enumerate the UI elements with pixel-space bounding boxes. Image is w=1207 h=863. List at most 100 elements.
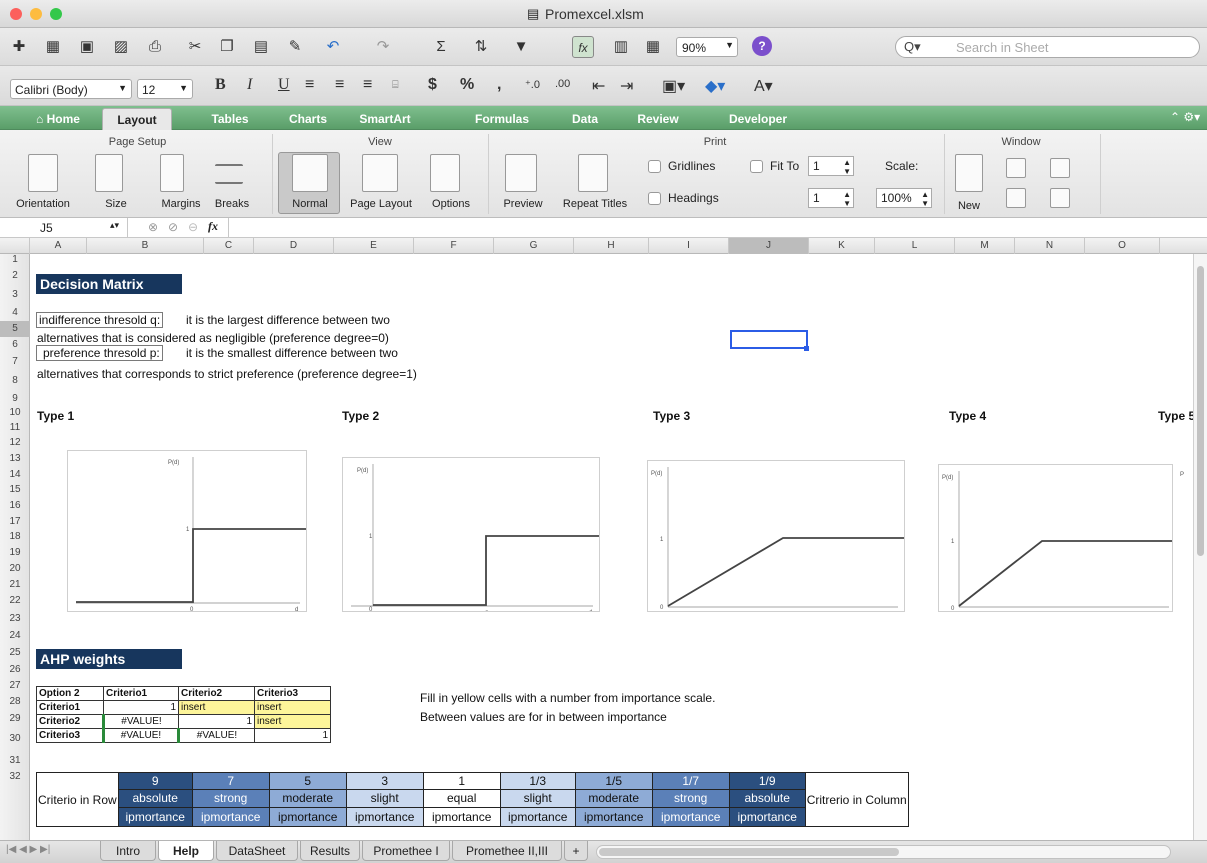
sheet-tab-results[interactable]: Results <box>300 841 360 861</box>
help-icon[interactable]: ? <box>752 36 772 56</box>
templates-icon[interactable]: ▦ <box>42 36 64 58</box>
tab-review[interactable]: Review <box>628 108 688 130</box>
new-window-icon[interactable] <box>955 154 983 192</box>
row-header-16[interactable]: 16 <box>0 498 30 514</box>
italic-button[interactable]: I <box>247 76 252 94</box>
equals-icon[interactable]: ⊖ <box>188 220 198 234</box>
row-header-23[interactable]: 23 <box>0 610 30 628</box>
undo-icon[interactable]: ↶ <box>322 36 344 58</box>
open-icon[interactable]: ▣ <box>76 36 98 58</box>
col-header-d[interactable]: D <box>254 238 334 254</box>
row-header-5[interactable]: 5 <box>0 321 30 337</box>
col-header-j[interactable]: J <box>729 238 809 254</box>
redo-icon[interactable]: ↷ <box>372 36 394 58</box>
zoom-select[interactable]: 90% ▼ <box>676 37 738 57</box>
row-header-6[interactable]: 6 <box>0 337 30 353</box>
type-1-chart[interactable]: P(d) 1 0 d <box>67 450 307 612</box>
sheet-tab-intro[interactable]: Intro <box>100 841 156 861</box>
row-header-20[interactable]: 20 <box>0 561 30 577</box>
split-icon[interactable] <box>1050 188 1070 208</box>
row-header-19[interactable]: 19 <box>0 545 30 561</box>
col-header-c[interactable]: C <box>204 238 254 254</box>
autosum-icon[interactable]: Σ <box>430 36 452 58</box>
horizontal-scrollbar[interactable] <box>596 845 1171 859</box>
increase-decimal-icon[interactable]: ⁺.0 <box>525 78 540 91</box>
vertical-scroll-thumb[interactable] <box>1197 266 1204 556</box>
font-color-icon[interactable]: A▾ <box>754 76 773 96</box>
new-workbook-icon[interactable]: ✚ <box>8 36 30 58</box>
format-painter-icon[interactable]: ✎ <box>284 36 306 58</box>
tab-formulas[interactable]: Formulas <box>462 108 542 130</box>
col-header-e[interactable]: E <box>334 238 414 254</box>
type-3-chart[interactable]: P(d) 1 0 p d <box>647 460 905 612</box>
normal-button[interactable]: Normal <box>280 198 340 210</box>
row-header-4[interactable]: 4 <box>0 305 30 321</box>
decrease-decimal-icon[interactable]: .00 <box>555 78 570 90</box>
selected-cell-j5[interactable] <box>730 330 808 349</box>
fit-to-height-stepper[interactable]: 1 ▲ ▼ <box>808 188 854 208</box>
orientation-icon[interactable] <box>28 154 58 192</box>
sheet-tab-promethee-ii-iii[interactable]: Promethee II,III <box>452 841 562 861</box>
size-button[interactable]: Size <box>96 198 136 210</box>
ahp-cell[interactable]: #VALUE! <box>102 728 179 743</box>
row-header-32[interactable]: 32 <box>0 772 30 782</box>
col-header-a[interactable]: A <box>30 238 87 254</box>
arrange-icon[interactable] <box>1006 158 1026 178</box>
row-header-3[interactable]: 3 <box>0 285 30 305</box>
collapse-ribbon-icon[interactable]: ⌃ ⚙▾ <box>1170 110 1200 124</box>
percent-icon[interactable]: % <box>460 76 474 94</box>
repeat-titles-button[interactable]: Repeat Titles <box>555 198 635 210</box>
ahp-cell[interactable]: 1 <box>178 714 255 729</box>
page-layout-button[interactable]: Page Layout <box>344 198 418 210</box>
paste-icon[interactable]: ▤ <box>250 36 272 58</box>
options-button[interactable]: Options <box>424 198 478 210</box>
name-box[interactable]: J5 ▴▾ <box>0 218 128 237</box>
row-header-25[interactable]: 25 <box>0 644 30 662</box>
align-center-icon[interactable]: ≡ <box>335 76 344 94</box>
col-header-f[interactable]: F <box>414 238 494 254</box>
row-header-24[interactable]: 24 <box>0 628 30 644</box>
row-header-18[interactable]: 18 <box>0 529 30 545</box>
cancel-formula-icon[interactable]: ⊗ <box>148 220 158 234</box>
borders-icon[interactable]: ▣▾ <box>662 76 685 96</box>
cut-icon[interactable]: ✂ <box>184 36 206 58</box>
fit-to-checkbox[interactable] <box>750 160 763 173</box>
bold-button[interactable]: B <box>215 76 226 94</box>
row-header-26[interactable]: 26 <box>0 662 30 678</box>
save-icon[interactable]: ▨ <box>110 36 132 58</box>
horizontal-scroll-thumb[interactable] <box>599 848 899 856</box>
filter-icon[interactable]: ▼ <box>510 36 532 58</box>
sheet-tab-promethee-i[interactable]: Promethee I <box>362 841 450 861</box>
row-header-30[interactable]: 30 <box>0 728 30 749</box>
confirm-formula-icon[interactable]: ⊘ <box>168 220 178 234</box>
sheet-grid[interactable]: Decision Matrix indifference thresold q:… <box>30 254 1193 840</box>
row-header-8[interactable]: 8 <box>0 371 30 391</box>
row-header-21[interactable]: 21 <box>0 577 30 592</box>
type-4-chart[interactable]: P(d) 1 0 p d <box>938 464 1173 612</box>
font-name-select[interactable]: Calibri (Body) ▼ <box>10 79 132 99</box>
repeat-titles-icon[interactable] <box>578 154 608 192</box>
page-layout-icon[interactable] <box>362 154 398 192</box>
tab-developer[interactable]: Developer <box>718 108 798 130</box>
save-workspace-icon[interactable] <box>1050 158 1070 178</box>
decrease-indent-icon[interactable]: ⇤ <box>592 76 605 96</box>
col-header-g[interactable]: G <box>494 238 574 254</box>
preview-button[interactable]: Preview <box>496 198 550 210</box>
row-header-11[interactable]: 11 <box>0 420 30 435</box>
row-header-2[interactable]: 2 <box>0 266 30 285</box>
row-header-31[interactable]: 31 <box>0 749 30 772</box>
currency-icon[interactable]: $ <box>428 76 437 94</box>
tab-layout[interactable]: Layout <box>102 108 172 130</box>
margins-icon[interactable] <box>160 154 184 192</box>
tab-tables[interactable]: Tables <box>200 108 260 130</box>
headings-checkbox[interactable] <box>648 192 661 205</box>
ahp-cell[interactable]: 1 <box>103 700 179 715</box>
tab-home[interactable]: ⌂ Home <box>18 108 98 130</box>
scale-stepper[interactable]: 100% ▲ ▼ <box>876 188 932 208</box>
font-size-select[interactable]: 12 ▼ <box>137 79 193 99</box>
col-header-k[interactable]: K <box>809 238 875 254</box>
col-header-m[interactable]: M <box>955 238 1015 254</box>
size-icon[interactable] <box>95 154 123 192</box>
vertical-scrollbar[interactable] <box>1193 254 1207 840</box>
ahp-input-cell[interactable]: insert <box>254 714 331 729</box>
